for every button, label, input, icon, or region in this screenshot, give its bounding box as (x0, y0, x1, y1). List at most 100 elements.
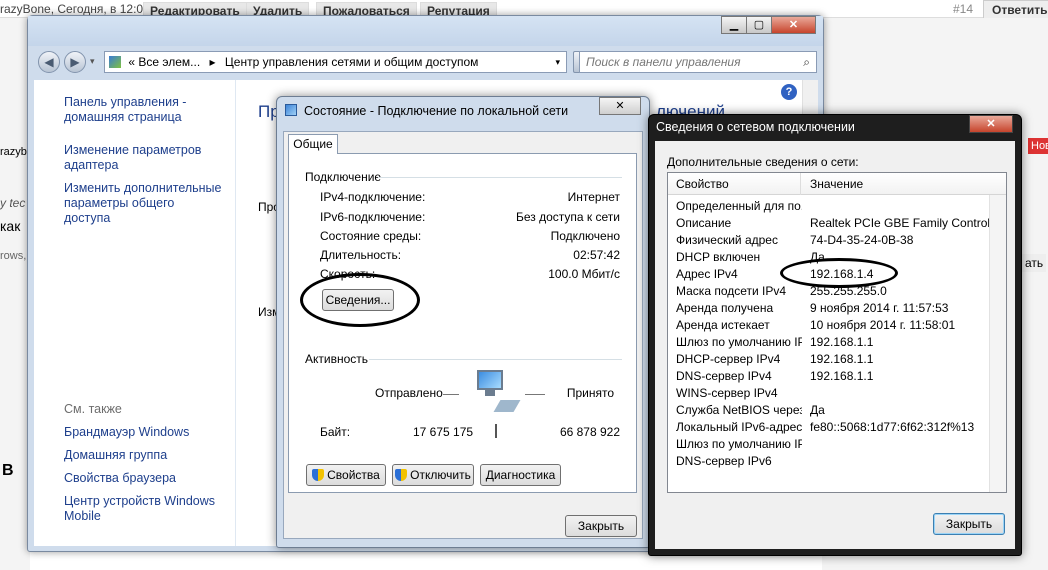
disable-label: Отключить (410, 468, 471, 482)
breadcrumb-all-items[interactable]: Все элем... (138, 55, 200, 69)
list-item[interactable]: Аренда истекает 10 ноября 2014 г. 11:58:0… (668, 318, 1006, 335)
list-item[interactable]: WINS-сервер IPv4 (668, 386, 1006, 403)
new-badge[interactable]: Нов (1028, 138, 1048, 154)
value-cell: 74-D4-35-24-0B-38 (810, 233, 914, 247)
status-title: Состояние - Подключение по локальной сет… (304, 104, 569, 118)
snip-1: razyb (0, 146, 27, 158)
value-cell: 192.168.1.1 (810, 335, 874, 349)
duration-label: Длительность: (320, 248, 402, 262)
property-cell: Шлюз по умолчанию IP... (676, 437, 802, 451)
property-cell: DHCP включен (676, 250, 761, 264)
value-cell: 10 ноября 2014 г. 11:58:01 (810, 318, 956, 332)
value-cell: 9 ноября 2014 г. 11:57:53 (810, 301, 949, 315)
property-cell: WINS-сервер IPv4 (676, 386, 778, 400)
property-cell: Служба NetBIOS через... (676, 403, 802, 417)
details-close-button[interactable]: Закрыть (933, 513, 1005, 535)
status-panel: Подключение IPv4-подключение: Интернет I… (288, 153, 637, 493)
snip-3: как (0, 218, 21, 234)
search-icon[interactable]: ⌕ (803, 52, 810, 72)
back-icon[interactable]: ◀ (38, 51, 60, 73)
homegroup-link[interactable]: Домашняя группа (64, 448, 167, 463)
property-cell: DHCP-сервер IPv4 (676, 352, 781, 366)
details-list[interactable]: Свойство Значение Определенный для по...… (667, 172, 1007, 493)
uac-shield-icon (395, 469, 408, 481)
list-item[interactable]: DNS-сервер IPv6 (668, 454, 1006, 471)
firewall-link[interactable]: Брандмауэр Windows (64, 425, 189, 440)
address-dropdown-icon[interactable]: ▾ (555, 52, 560, 72)
list-item[interactable]: DNS-сервер IPv4 192.168.1.1 (668, 369, 1006, 386)
list-item[interactable]: Шлюз по умолчанию IP... 192.168.1.1 (668, 335, 1006, 352)
bytes-label: Байт: (320, 425, 351, 439)
post-author: razyBone, Сегодня, в 12:05 (0, 2, 150, 16)
snip-right[interactable]: ать (1022, 254, 1047, 272)
properties-button[interactable]: Свойства (306, 464, 386, 486)
disable-button[interactable]: Отключить (392, 464, 474, 486)
property-cell: Физический адрес (676, 233, 778, 247)
col-property[interactable]: Свойство (676, 177, 729, 191)
snip-4: rows, (0, 250, 27, 262)
address-box[interactable]: « Все элем... ▸ Центр управления сетями … (104, 51, 567, 73)
list-header: Свойство Значение (668, 173, 1006, 195)
breadcrumb-network-center[interactable]: Центр управления сетями и общим доступом (225, 55, 479, 69)
list-item[interactable]: Шлюз по умолчанию IP... (668, 437, 1006, 454)
value-cell: Realtek PCIe GBE Family Controller (810, 216, 1004, 230)
address-bar-row: ◀ ▶ ▾ « Все элем... ▸ Центр управления с… (36, 48, 818, 76)
help-icon[interactable]: ? (781, 84, 797, 100)
search-placeholder: Поиск в панели управления (586, 55, 741, 69)
value-cell: Да (810, 403, 825, 417)
see-also-header: См. также (64, 402, 122, 416)
reply-button[interactable]: Ответить (983, 0, 1048, 20)
status-close-x[interactable]: ✕ (599, 97, 641, 115)
snip-2: y tec (0, 196, 26, 210)
media-label: Состояние среды: (320, 229, 422, 243)
mobile-center-link[interactable]: Центр устройств Windows Mobile (64, 494, 224, 524)
details-close-x[interactable]: ✕ (969, 115, 1013, 133)
list-item[interactable]: Служба NetBIOS через... Да (668, 403, 1006, 420)
forum-left-strip: razyb y tec как rows, B (0, 18, 30, 570)
sharing-settings-link[interactable]: Изменить дополнительные параметры общего… (64, 181, 224, 226)
list-item[interactable]: Физический адрес 74-D4-35-24-0B-38 (668, 233, 1006, 250)
list-item[interactable]: DHCP-сервер IPv4 192.168.1.1 (668, 352, 1006, 369)
divider (378, 177, 622, 178)
snip-5: B (2, 462, 14, 479)
cp-home-link[interactable]: Панель управления - домашняя страница (64, 95, 204, 125)
forward-icon[interactable]: ▶ (64, 51, 86, 73)
control-panel-icon (109, 56, 121, 68)
details-scrollbar[interactable] (989, 195, 1006, 492)
uac-shield-icon (312, 469, 325, 481)
tab-general[interactable]: Общие (288, 134, 338, 154)
ipv4-label: IPv4-подключение: (320, 190, 426, 204)
property-cell: Описание (676, 216, 732, 230)
close-button[interactable]: ✕ (771, 16, 816, 34)
search-input[interactable]: Поиск в панели управления ⌕ (579, 51, 817, 73)
minimize-button[interactable]: ▁ (721, 16, 747, 34)
col-value[interactable]: Значение (810, 177, 863, 191)
property-cell: Определенный для по... (676, 199, 802, 213)
list-item[interactable]: Описание Realtek PCIe GBE Family Controll… (668, 216, 1006, 233)
history-chevron-icon[interactable]: ▾ (90, 56, 95, 67)
details-subtitle: Дополнительные сведения о сети: (667, 155, 859, 169)
status-close-button[interactable]: Закрыть (565, 515, 637, 537)
list-item[interactable]: Определенный для по... (668, 199, 1006, 216)
sent-line (443, 394, 459, 395)
list-item[interactable]: Аренда получена 9 ноября 2014 г. 11:57:53 (668, 301, 1006, 318)
cp-titlebar: ▁ ▢ ✕ (28, 16, 823, 46)
network-activity-icon (475, 370, 521, 412)
diagnose-button[interactable]: Диагностика (480, 464, 561, 486)
adapter-settings-link[interactable]: Изменение параметров адаптера (64, 143, 214, 173)
speed-value: 100.0 Мбит/с (548, 267, 620, 281)
bytes-received: 66 878 922 (559, 425, 620, 439)
value-cell: 192.168.1.1 (810, 369, 874, 383)
details-title: Сведения о сетевом подключении (656, 120, 855, 134)
list-item[interactable]: Локальный IPv6-адрес... fe80::5068:1d77:6… (668, 420, 1006, 437)
divider (369, 359, 622, 360)
browser-props-link[interactable]: Свойства браузера (64, 471, 176, 486)
details-body: Дополнительные сведения о сети: Свойство… (655, 141, 1015, 549)
maximize-button[interactable]: ▢ (746, 16, 772, 34)
property-cell: Аренда получена (676, 301, 774, 315)
breadcrumb-arrow-icon[interactable]: ▸ (210, 55, 216, 69)
value-cell: 192.168.1.1 (810, 352, 874, 366)
ipv6-label: IPv6-подключение: (320, 210, 426, 224)
ipv4-value: Интернет (567, 190, 620, 204)
breadcrumb-prefix[interactable]: « (128, 55, 135, 69)
